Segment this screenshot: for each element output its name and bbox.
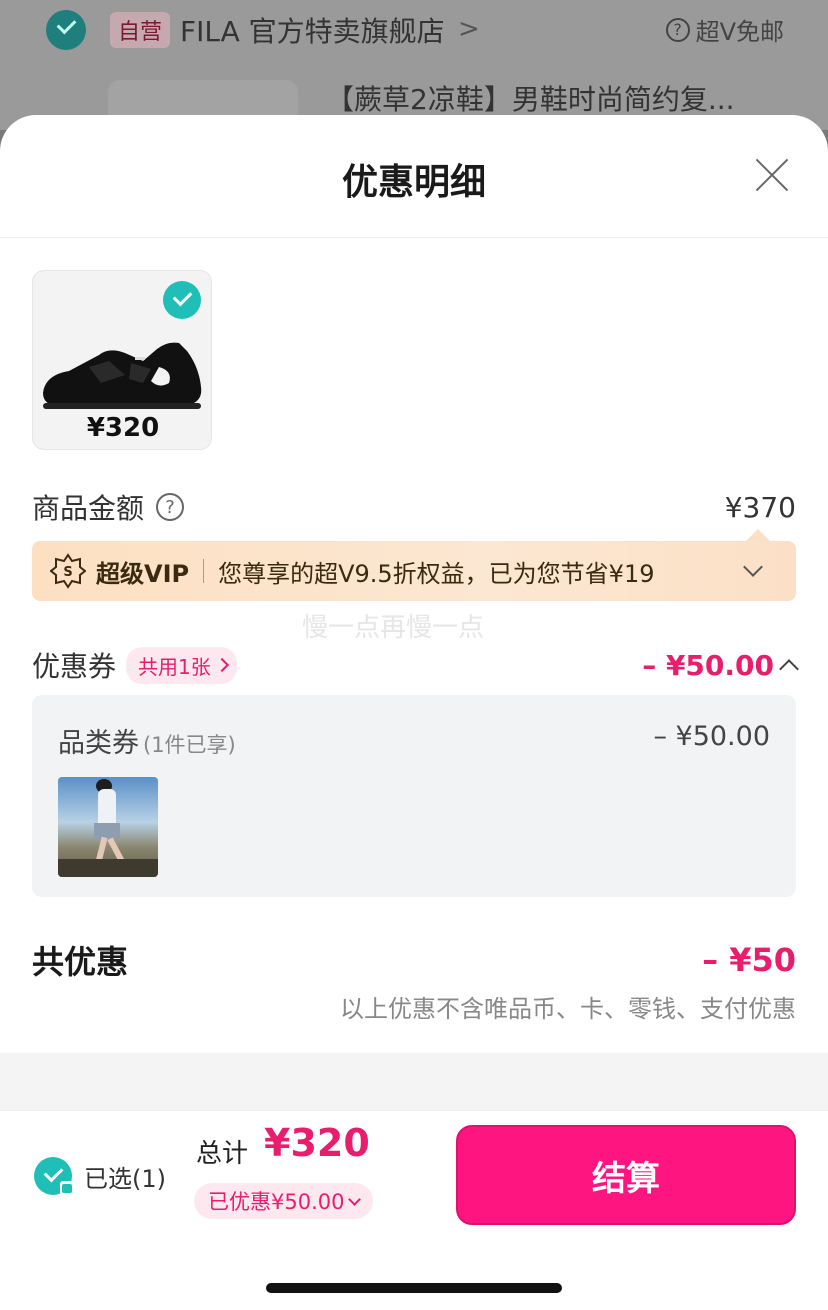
coupon-detail-box: 品类券 (1件已享) – ¥50.00 bbox=[32, 695, 796, 897]
image-person-body bbox=[98, 789, 116, 827]
help-icon[interactable]: ? bbox=[156, 493, 185, 521]
vip-separator bbox=[203, 559, 205, 583]
vip-benefit-banner[interactable]: S 超级VIP 您尊享的超V9.5折权益，已为您节省¥19 bbox=[32, 529, 796, 601]
discount-detail-sheet: 优惠明细 ¥320 商品金额 ? ¥370 S 超级VIP 您尊享的超V9.5折… bbox=[0, 115, 828, 1310]
divider bbox=[0, 237, 828, 238]
checkout-button[interactable]: 结算 bbox=[456, 1125, 796, 1225]
coupon-count-pill[interactable]: 共用1张 bbox=[126, 646, 237, 684]
saved-amount-pill[interactable]: 已优惠¥50.00 bbox=[194, 1183, 374, 1219]
coupon-count-text: 共用1张 bbox=[138, 654, 211, 679]
coupon-label: 优惠券 bbox=[32, 650, 117, 683]
section-spacer bbox=[0, 1053, 828, 1111]
goods-amount-row: 商品金额 ? ¥370 bbox=[32, 487, 796, 527]
super-vip-label: 超级VIP bbox=[96, 559, 190, 588]
chevron-right-icon: > bbox=[458, 14, 480, 44]
coupon-row: 优惠券 共用1张 – ¥50.00 bbox=[32, 645, 799, 685]
total-discount-row: 共优惠 – ¥50 bbox=[32, 937, 796, 983]
category-coupon-value: – ¥50.00 bbox=[653, 721, 770, 752]
image-person-shorts bbox=[94, 823, 120, 839]
product-price: ¥320 bbox=[86, 413, 160, 443]
goods-amount-label: 商品金额 bbox=[32, 492, 145, 525]
vip-benefit-text: 您尊享的超V9.5折权益，已为您节省¥19 bbox=[218, 559, 655, 588]
lock-icon bbox=[60, 1181, 74, 1195]
image-ground bbox=[58, 859, 158, 877]
chevron-up-icon[interactable] bbox=[779, 659, 799, 679]
check-icon bbox=[163, 281, 201, 319]
sheet-title: 优惠明细 bbox=[341, 162, 486, 203]
store-name: FILA 官方特卖旗舰店 bbox=[180, 15, 445, 48]
self-operated-tag: 自营 bbox=[110, 12, 171, 48]
saved-amount-text: 已优惠¥50.00 bbox=[208, 1190, 345, 1214]
super-vip-badge-icon: S bbox=[50, 553, 86, 589]
total-label: 总计 bbox=[196, 1139, 249, 1169]
background-product-title: 【蕨草2凉鞋】男鞋时尚简约复... bbox=[326, 83, 735, 116]
store-check-icon bbox=[46, 10, 86, 50]
chevron-right-icon bbox=[214, 657, 229, 673]
category-coupon-subtitle: (1件已享) bbox=[143, 733, 236, 757]
home-indicator bbox=[266, 1283, 562, 1293]
background-cart-header: 自营 FILA 官方特卖旗舰店 > ? 超V免邮 【蕨草2凉鞋】男鞋时尚简约复.… bbox=[0, 0, 828, 140]
close-icon[interactable] bbox=[754, 157, 790, 193]
category-coupon-label: 品类券 bbox=[58, 728, 139, 759]
chevron-down-icon bbox=[743, 557, 763, 577]
total-discount-label: 共优惠 bbox=[32, 943, 129, 981]
product-card[interactable]: ¥320 bbox=[32, 270, 212, 450]
total-discount-value: – ¥50 bbox=[702, 941, 796, 979]
vip-free-shipping: ? 超V免邮 bbox=[665, 12, 784, 47]
selected-count: 已选(1) bbox=[84, 1165, 166, 1193]
coupon-discount-value: – ¥50.00 bbox=[642, 648, 774, 682]
category-coupon-title: 品类券 (1件已享) bbox=[58, 721, 236, 760]
chevron-down-icon bbox=[348, 1192, 362, 1206]
checkout-bar: 已选(1) 总计 ¥320 已优惠¥50.00 结算 bbox=[0, 1110, 828, 1310]
total-price: ¥320 bbox=[264, 1121, 370, 1165]
question-icon: ? bbox=[665, 17, 690, 42]
watermark-text: 慢一点再慢一点 bbox=[301, 613, 484, 643]
shoe-image bbox=[43, 342, 202, 409]
svg-text:S: S bbox=[63, 565, 72, 580]
discount-note: 以上优惠不含唯品币、卡、零钱、支付优惠 bbox=[340, 995, 796, 1023]
goods-amount-value: ¥370 bbox=[724, 490, 796, 524]
coupon-product-image bbox=[58, 777, 158, 877]
vip-free-shipping-text: 超V免邮 bbox=[695, 18, 784, 46]
